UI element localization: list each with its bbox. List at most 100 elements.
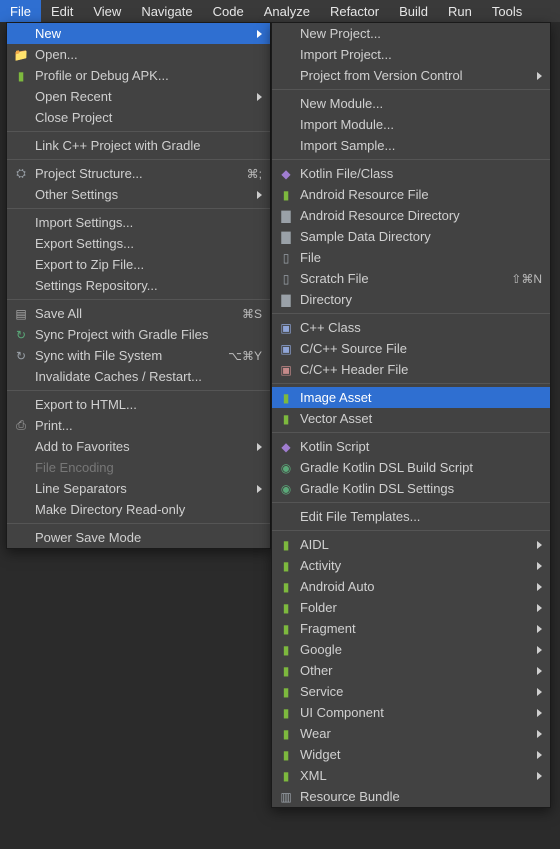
new-menu-item-ui-component[interactable]: ▮UI Component	[272, 702, 550, 723]
new-menu-item-image-asset[interactable]: ▮Image Asset	[272, 387, 550, 408]
new-menu-item-c-class[interactable]: ▣C++ Class	[272, 317, 550, 338]
chevron-right-icon	[537, 72, 542, 80]
new-menu-item-fragment[interactable]: ▮Fragment	[272, 618, 550, 639]
new-menu-item-kotlin-file-class[interactable]: ◆Kotlin File/Class	[272, 163, 550, 184]
menu-item-label: Invalidate Caches / Restart...	[35, 369, 262, 384]
menu-item-label: Google	[300, 642, 531, 657]
file-menu-item-profile-or-debug-apk[interactable]: ▮Profile or Debug APK...	[7, 65, 270, 86]
new-menu-item-c-c-source-file[interactable]: ▣C/C++ Source File	[272, 338, 550, 359]
new-menu-item-edit-file-templates[interactable]: Edit File Templates...	[272, 506, 550, 527]
new-menu-item-other[interactable]: ▮Other	[272, 660, 550, 681]
new-menu-item-android-resource-directory[interactable]: ▇Android Resource Directory	[272, 205, 550, 226]
new-menu-item-resource-bundle[interactable]: ▥Resource Bundle	[272, 786, 550, 807]
file-menu-item-export-to-zip-file[interactable]: Export to Zip File...	[7, 254, 270, 275]
menubar-item-refactor[interactable]: Refactor	[320, 0, 389, 22]
new-menu-item-file[interactable]: ▯File	[272, 247, 550, 268]
menu-item-label: Export to HTML...	[35, 397, 262, 412]
menu-item-label: Gradle Kotlin DSL Build Script	[300, 460, 542, 475]
menubar-item-tools[interactable]: Tools	[482, 0, 532, 22]
spacer-icon	[278, 96, 294, 112]
file-menu-item-print[interactable]: ⎙Print...	[7, 415, 270, 436]
menubar-item-run[interactable]: Run	[438, 0, 482, 22]
menu-item-label: Kotlin File/Class	[300, 166, 542, 181]
new-menu-item-c-c-header-file[interactable]: ▣C/C++ Header File	[272, 359, 550, 380]
file-menu-item-open-recent[interactable]: Open Recent	[7, 86, 270, 107]
new-menu-item-widget[interactable]: ▮Widget	[272, 744, 550, 765]
file-menu-item-import-settings[interactable]: Import Settings...	[7, 212, 270, 233]
new-menu-item-scratch-file[interactable]: ▯Scratch File⇧⌘N	[272, 268, 550, 289]
new-menu-item-android-auto[interactable]: ▮Android Auto	[272, 576, 550, 597]
menubar-item-code[interactable]: Code	[203, 0, 254, 22]
menu-item-shortcut: ⌥⌘Y	[218, 349, 262, 363]
folder-alt-icon: ▇	[278, 208, 294, 224]
file-menu-item-link-c-project-with-gradle[interactable]: Link C++ Project with Gradle	[7, 135, 270, 156]
new-menu-item-sample-data-directory[interactable]: ▇Sample Data Directory	[272, 226, 550, 247]
chevron-right-icon	[537, 541, 542, 549]
new-menu-item-google[interactable]: ▮Google	[272, 639, 550, 660]
new-menu-item-project-from-version-control[interactable]: Project from Version Control	[272, 65, 550, 86]
new-menu-item-gradle-kotlin-dsl-settings[interactable]: ◉Gradle Kotlin DSL Settings	[272, 478, 550, 499]
new-menu-item-folder[interactable]: ▮Folder	[272, 597, 550, 618]
new-menu-item-aidl[interactable]: ▮AIDL	[272, 534, 550, 555]
menu-item-label: Print...	[35, 418, 262, 433]
new-menu-item-service[interactable]: ▮Service	[272, 681, 550, 702]
file-menu-item-make-directory-read-only[interactable]: Make Directory Read-only	[7, 499, 270, 520]
spacer-icon	[13, 215, 29, 231]
chevron-right-icon	[257, 191, 262, 199]
menubar-item-edit[interactable]: Edit	[41, 0, 83, 22]
new-menu-item-import-project[interactable]: Import Project...	[272, 44, 550, 65]
file-menu-item-other-settings[interactable]: Other Settings	[7, 184, 270, 205]
file-menu-item-export-settings[interactable]: Export Settings...	[7, 233, 270, 254]
menubar-item-analyze[interactable]: Analyze	[254, 0, 320, 22]
menubar-item-build[interactable]: Build	[389, 0, 438, 22]
structure-icon: ⛭	[13, 166, 29, 182]
new-menu-item-new-project[interactable]: New Project...	[272, 23, 550, 44]
menu-item-label: Fragment	[300, 621, 531, 636]
file-menu-item-invalidate-caches-restart[interactable]: Invalidate Caches / Restart...	[7, 366, 270, 387]
file-menu-item-open[interactable]: 📁Open...	[7, 44, 270, 65]
new-menu-item-import-sample[interactable]: Import Sample...	[272, 135, 550, 156]
new-menu-item-wear[interactable]: ▮Wear	[272, 723, 550, 744]
new-menu-item-vector-asset[interactable]: ▮Vector Asset	[272, 408, 550, 429]
file-menu-item-sync-project-with-gradle-files[interactable]: ↻Sync Project with Gradle Files	[7, 324, 270, 345]
folder-alt-icon: ▇	[278, 292, 294, 308]
chevron-right-icon	[257, 93, 262, 101]
menu-separator	[272, 530, 550, 531]
chevron-right-icon	[257, 485, 262, 493]
file-menu-item-line-separators[interactable]: Line Separators	[7, 478, 270, 499]
new-menu-item-android-resource-file[interactable]: ▮Android Resource File	[272, 184, 550, 205]
file-menu-item-add-to-favorites[interactable]: Add to Favorites	[7, 436, 270, 457]
new-menu-item-gradle-kotlin-dsl-build-script[interactable]: ◉Gradle Kotlin DSL Build Script	[272, 457, 550, 478]
file-menu-item-save-all[interactable]: ▤Save All⌘S	[7, 303, 270, 324]
new-menu-item-xml[interactable]: ▮XML	[272, 765, 550, 786]
new-menu-item-new-module[interactable]: New Module...	[272, 93, 550, 114]
menu-item-label: Make Directory Read-only	[35, 502, 262, 517]
spacer-icon	[13, 460, 29, 476]
file-menu-item-new[interactable]: New	[7, 23, 270, 44]
menu-item-label: Import Module...	[300, 117, 542, 132]
file-menu-item-export-to-html[interactable]: Export to HTML...	[7, 394, 270, 415]
file-menu-item-sync-with-file-system[interactable]: ↻Sync with File System⌥⌘Y	[7, 345, 270, 366]
spacer-icon	[278, 47, 294, 63]
menu-item-label: Open Recent	[35, 89, 251, 104]
file-menu-item-project-structure[interactable]: ⛭Project Structure...⌘;	[7, 163, 270, 184]
file-menu-item-file-encoding: File Encoding	[7, 457, 270, 478]
new-menu-item-directory[interactable]: ▇Directory	[272, 289, 550, 310]
file-menu-item-power-save-mode[interactable]: Power Save Mode	[7, 527, 270, 548]
gradle-icon: ◉	[278, 481, 294, 497]
menu-item-label: AIDL	[300, 537, 531, 552]
menu-item-label: Project Structure...	[35, 166, 231, 181]
file-menu-item-settings-repository[interactable]: Settings Repository...	[7, 275, 270, 296]
menubar-item-file[interactable]: File	[0, 0, 41, 22]
new-menu-item-kotlin-script[interactable]: ◆Kotlin Script	[272, 436, 550, 457]
file-menu-item-close-project[interactable]: Close Project	[7, 107, 270, 128]
menu-separator	[7, 523, 270, 524]
menubar-item-navigate[interactable]: Navigate	[131, 0, 202, 22]
new-menu-item-import-module[interactable]: Import Module...	[272, 114, 550, 135]
new-menu-item-activity[interactable]: ▮Activity	[272, 555, 550, 576]
menu-item-label: New	[35, 26, 251, 41]
menubar-item-view[interactable]: View	[83, 0, 131, 22]
cpp-icon: ▣	[278, 320, 294, 336]
bundle-icon: ▥	[278, 789, 294, 805]
menu-item-label: Import Project...	[300, 47, 542, 62]
